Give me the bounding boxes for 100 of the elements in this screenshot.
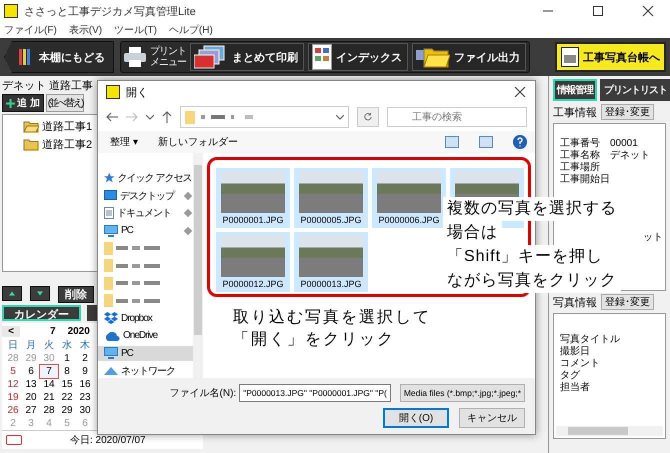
toolbar-button[interactable]: ファイル出力	[412, 43, 526, 71]
nav-item[interactable]: クイック アクセス	[98, 171, 194, 186]
toolbar-button[interactable]: インデックス	[308, 43, 408, 71]
calendar-day[interactable]: 9	[76, 365, 94, 378]
file-item[interactable]: P0000012.JPG	[216, 232, 290, 292]
calendar-day[interactable]: 12	[4, 378, 22, 391]
photo-placeholder	[299, 171, 363, 213]
calendar-day[interactable]: 1	[58, 352, 76, 365]
nav-item[interactable]: OneDrive	[98, 328, 194, 343]
register-button[interactable]: 登録･変更	[601, 104, 654, 120]
photo-placeholder	[377, 171, 441, 213]
add-button[interactable]: 追 加	[2, 94, 44, 112]
search-field[interactable]: 工事の検索	[387, 107, 527, 127]
toolbar-button[interactable]: まとめて印刷	[190, 43, 304, 71]
scrollbar[interactable]	[556, 426, 663, 436]
preview-pane-icon[interactable]	[479, 136, 493, 148]
field-label: タグ	[560, 370, 581, 382]
open-button[interactable]: 開く(O)	[383, 408, 449, 428]
weekday-label: 木	[79, 339, 91, 352]
calendar-day[interactable]: 26	[4, 404, 22, 417]
chevron-down-icon[interactable]	[146, 114, 154, 120]
print-menu-label: プリント	[150, 46, 186, 57]
calendar-day[interactable]: 22	[58, 391, 76, 404]
plus-icon	[6, 98, 15, 108]
ledger-button[interactable]: 工事写真台帳へ	[555, 42, 666, 72]
sort-button[interactable]: (並べ替え)	[46, 94, 84, 112]
calendar-day[interactable]: 7	[40, 365, 58, 378]
file-item[interactable]: P0000005.JPG	[294, 168, 368, 228]
move-up-button[interactable]	[2, 286, 22, 301]
organize-menu[interactable]: 整理 ▾	[110, 135, 138, 149]
printer-icon	[124, 47, 146, 67]
today-label: 今日: 2020/07/07	[70, 434, 146, 447]
ledger-icon	[561, 47, 579, 67]
nav-item[interactable]: デスクトップ	[98, 188, 194, 203]
calendar-day[interactable]: 15	[58, 378, 76, 391]
calendar-day[interactable]: 21	[40, 391, 58, 404]
calendar-day[interactable]: 23	[76, 391, 94, 404]
calendar-day[interactable]: 14	[40, 378, 58, 391]
delete-button[interactable]: 削除	[58, 286, 94, 303]
calendar-day[interactable]: 28	[40, 404, 58, 417]
move-down-button[interactable]	[30, 286, 50, 301]
calendar-day[interactable]: 20	[22, 391, 40, 404]
back-arrow-icon[interactable]	[106, 112, 118, 122]
up-arrow-icon[interactable]	[162, 111, 172, 123]
view-icon[interactable]	[445, 136, 459, 148]
menu-item[interactable]: ツール(T)	[114, 23, 157, 37]
nav-item[interactable]: PC	[98, 224, 194, 238]
menu-item[interactable]: 表示(V)	[68, 23, 102, 37]
cancel-button[interactable]: キャンセル	[459, 408, 525, 428]
books-icon	[19, 49, 33, 65]
star-icon	[104, 172, 114, 184]
blurred-name-drawing	[116, 281, 160, 286]
network-icon	[104, 366, 118, 375]
calendar-day[interactable]: 5	[4, 365, 22, 378]
refresh-icon	[364, 112, 372, 122]
calendar-day[interactable]: 16	[76, 378, 94, 391]
monitor-icon	[104, 224, 118, 237]
field-label: 写真タイトル	[560, 334, 621, 346]
previous-month-button[interactable]: <	[2, 326, 20, 336]
panel-tab[interactable]: 情報管理	[553, 79, 597, 101]
calendar-day[interactable]: 8	[58, 365, 76, 378]
file-type-dropdown[interactable]: Media files (*.bmp;*.jpg;*.jpeg;*	[400, 384, 525, 402]
file-item[interactable]: P0000006.JPG	[372, 168, 446, 228]
field-label: 工事番号	[560, 138, 601, 150]
folder-icon	[185, 110, 195, 124]
register-button[interactable]: 登録･変更	[601, 294, 654, 310]
desktop-icon	[104, 190, 117, 202]
nav-item[interactable]: Dropbox	[98, 311, 194, 326]
instruction-text: 取り込む写真を選択して	[233, 308, 432, 328]
calendar-day[interactable]: 2	[76, 352, 94, 365]
app-icon	[4, 4, 18, 18]
nav-item[interactable]: PC	[98, 346, 194, 360]
refresh-button[interactable]	[357, 107, 379, 127]
field-label: 工事名称	[560, 150, 601, 162]
file-item[interactable]: P0000001.JPG	[216, 168, 290, 228]
calendar-day[interactable]: 27	[22, 404, 40, 417]
calendar-day[interactable]: 13	[22, 378, 40, 391]
back-button[interactable]: 本棚にもどる	[4, 41, 114, 73]
calendar-day[interactable]: 6	[22, 365, 40, 378]
field-label: 工事場所	[560, 162, 601, 174]
panel-tab[interactable]: プリントリスト	[600, 79, 670, 101]
field-value: ット	[643, 232, 663, 244]
tree-item[interactable]: 道路工事1	[23, 119, 202, 134]
file-item[interactable]: P0000013.JPG	[294, 232, 368, 292]
help-icon[interactable]	[513, 135, 527, 149]
calendar-day[interactable]: 29	[58, 404, 76, 417]
blurred-name-drawing	[116, 298, 160, 303]
scrollbar[interactable]	[193, 153, 203, 378]
new-folder-button[interactable]: 新しいフォルダー	[158, 135, 238, 149]
menu-item[interactable]: ファイル(F)	[4, 23, 57, 37]
folder-icon	[104, 294, 113, 308]
calendar-day[interactable]: 19	[4, 391, 22, 404]
filename-field[interactable]: "P0000013.JPG" "P0000001.JPG" "P(	[239, 384, 391, 402]
panel-tab[interactable]: カレンダー	[2, 305, 81, 321]
legend-box	[6, 435, 22, 445]
calendar-day[interactable]: 30	[76, 404, 94, 417]
nav-item[interactable]: ドキュメント	[98, 206, 194, 220]
menu-item[interactable]: ヘルプ(H)	[168, 23, 213, 37]
chevron-down-icon[interactable]	[336, 114, 344, 120]
nav-item[interactable]: ネットワーク	[98, 364, 194, 378]
